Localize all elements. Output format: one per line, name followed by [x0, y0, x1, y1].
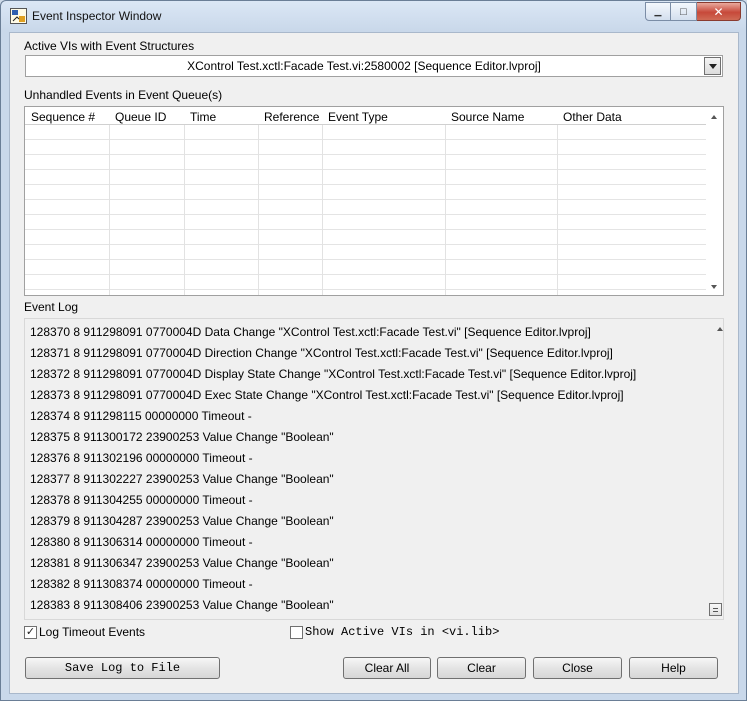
chevron-down-icon — [708, 63, 717, 69]
scroll-down-icon[interactable] — [711, 285, 717, 289]
column-divider — [445, 125, 446, 295]
column-header-source-name[interactable]: Source Name — [451, 110, 524, 124]
log-entry: 128371 8 911298091 0770004D Direction Ch… — [30, 346, 613, 360]
column-header-reference[interactable]: Reference — [264, 110, 319, 124]
scroll-up-icon[interactable] — [717, 327, 723, 331]
table-row[interactable] — [25, 125, 707, 140]
column-header-event-type[interactable]: Event Type — [328, 110, 388, 124]
close-button[interactable]: Close — [533, 657, 622, 679]
event-inspector-app-icon — [10, 8, 27, 24]
column-header-other-data[interactable]: Other Data — [563, 110, 622, 124]
active-vis-selected: XControl Test.xctl:Facade Test.vi:258000… — [187, 59, 541, 73]
column-divider — [184, 125, 185, 295]
log-timeout-label: Log Timeout Events — [39, 625, 146, 639]
caption-buttons: ▁ □ ✕ — [645, 2, 741, 21]
log-entry: 128379 8 911304287 23900253 Value Change… — [30, 514, 334, 528]
log-entry: 128378 8 911304255 00000000 Timeout - — [30, 493, 253, 507]
column-divider — [258, 125, 259, 295]
log-entry: 128370 8 911298091 0770004D Data Change … — [30, 325, 591, 339]
active-vis-dropdown[interactable]: XControl Test.xctl:Facade Test.vi:258000… — [25, 55, 723, 77]
show-vilib-option[interactable]: Show Active VIs in <vi.lib> — [290, 625, 499, 639]
table-row[interactable] — [25, 200, 707, 215]
title-bar[interactable]: Event Inspector Window ▁ □ ✕ — [1, 1, 746, 31]
show-vilib-label: Show Active VIs in <vi.lib> — [305, 625, 500, 639]
log-entry: 128373 8 911298091 0770004D Exec State C… — [30, 388, 624, 402]
log-entry: 128376 8 911302196 00000000 Timeout - — [30, 451, 253, 465]
table-row[interactable] — [25, 260, 707, 275]
dropdown-button[interactable] — [704, 57, 721, 75]
close-window-button[interactable]: ✕ — [697, 2, 741, 21]
save-log-button[interactable]: Save Log to File — [25, 657, 220, 679]
window-title: Event Inspector Window — [32, 9, 162, 23]
table-row[interactable] — [25, 155, 707, 170]
log-entry: 128372 8 911298091 0770004D Display Stat… — [30, 367, 637, 381]
active-vis-label: Active VIs with Event Structures — [24, 39, 195, 53]
table-row[interactable] — [25, 185, 707, 200]
log-timeout-option[interactable]: ✓ Log Timeout Events — [24, 625, 145, 639]
event-inspector-window: Event Inspector Window ▁ □ ✕ Active VIs … — [0, 0, 747, 701]
scroll-up-icon[interactable] — [711, 115, 717, 119]
table-row[interactable] — [25, 140, 707, 155]
log-entry: 128377 8 911302227 23900253 Value Change… — [30, 472, 334, 486]
log-scrollbar-thumb[interactable] — [709, 603, 722, 616]
column-divider — [557, 125, 558, 295]
clear-all-button[interactable]: Clear All — [343, 657, 431, 679]
log-entry: 128382 8 911308374 00000000 Timeout - — [30, 577, 253, 591]
event-log[interactable]: 128370 8 911298091 0770004D Data Change … — [24, 318, 724, 620]
table-row[interactable] — [25, 275, 707, 290]
show-vilib-checkbox[interactable] — [290, 625, 303, 639]
log-entry: 128380 8 911306314 00000000 Timeout - — [30, 535, 253, 549]
event-queue-table[interactable]: Sequence # Queue ID Time Reference Event… — [24, 106, 724, 296]
minimize-icon: ▁ — [654, 6, 662, 16]
table-header: Sequence # Queue ID Time Reference Event… — [25, 107, 707, 125]
clear-button[interactable]: Clear — [437, 657, 526, 679]
log-timeout-checkbox[interactable]: ✓ — [24, 625, 37, 639]
column-header-time[interactable]: Time — [190, 110, 216, 124]
minimize-button[interactable]: ▁ — [645, 2, 671, 21]
log-entry: 128383 8 911308406 23900253 Value Change… — [30, 598, 334, 612]
maximize-icon: □ — [680, 5, 687, 18]
maximize-button[interactable]: □ — [671, 2, 697, 21]
log-entry: 128381 8 911306347 23900253 Value Change… — [30, 556, 334, 570]
table-row[interactable] — [25, 215, 707, 230]
table-row[interactable] — [25, 170, 707, 185]
checkmark-icon: ✓ — [25, 625, 36, 638]
help-button[interactable]: Help — [629, 657, 718, 679]
column-divider — [109, 125, 110, 295]
close-icon: ✕ — [713, 4, 724, 19]
table-body — [25, 125, 707, 295]
log-entry: 128374 8 911298115 00000000 Timeout - — [30, 409, 252, 423]
column-divider — [322, 125, 323, 295]
column-header-sequence[interactable]: Sequence # — [31, 110, 95, 124]
client-area: Active VIs with Event Structures XContro… — [9, 32, 739, 694]
unhandled-events-label: Unhandled Events in Event Queue(s) — [24, 88, 223, 102]
table-row[interactable] — [25, 230, 707, 245]
table-row[interactable] — [25, 245, 707, 260]
event-log-lines: 128370 8 911298091 0770004D Data Change … — [30, 322, 710, 616]
table-scrollbar[interactable] — [706, 107, 723, 295]
event-log-label: Event Log — [24, 300, 79, 314]
column-header-queue-id[interactable]: Queue ID — [115, 110, 166, 124]
log-entry: 128375 8 911300172 23900253 Value Change… — [30, 430, 334, 444]
